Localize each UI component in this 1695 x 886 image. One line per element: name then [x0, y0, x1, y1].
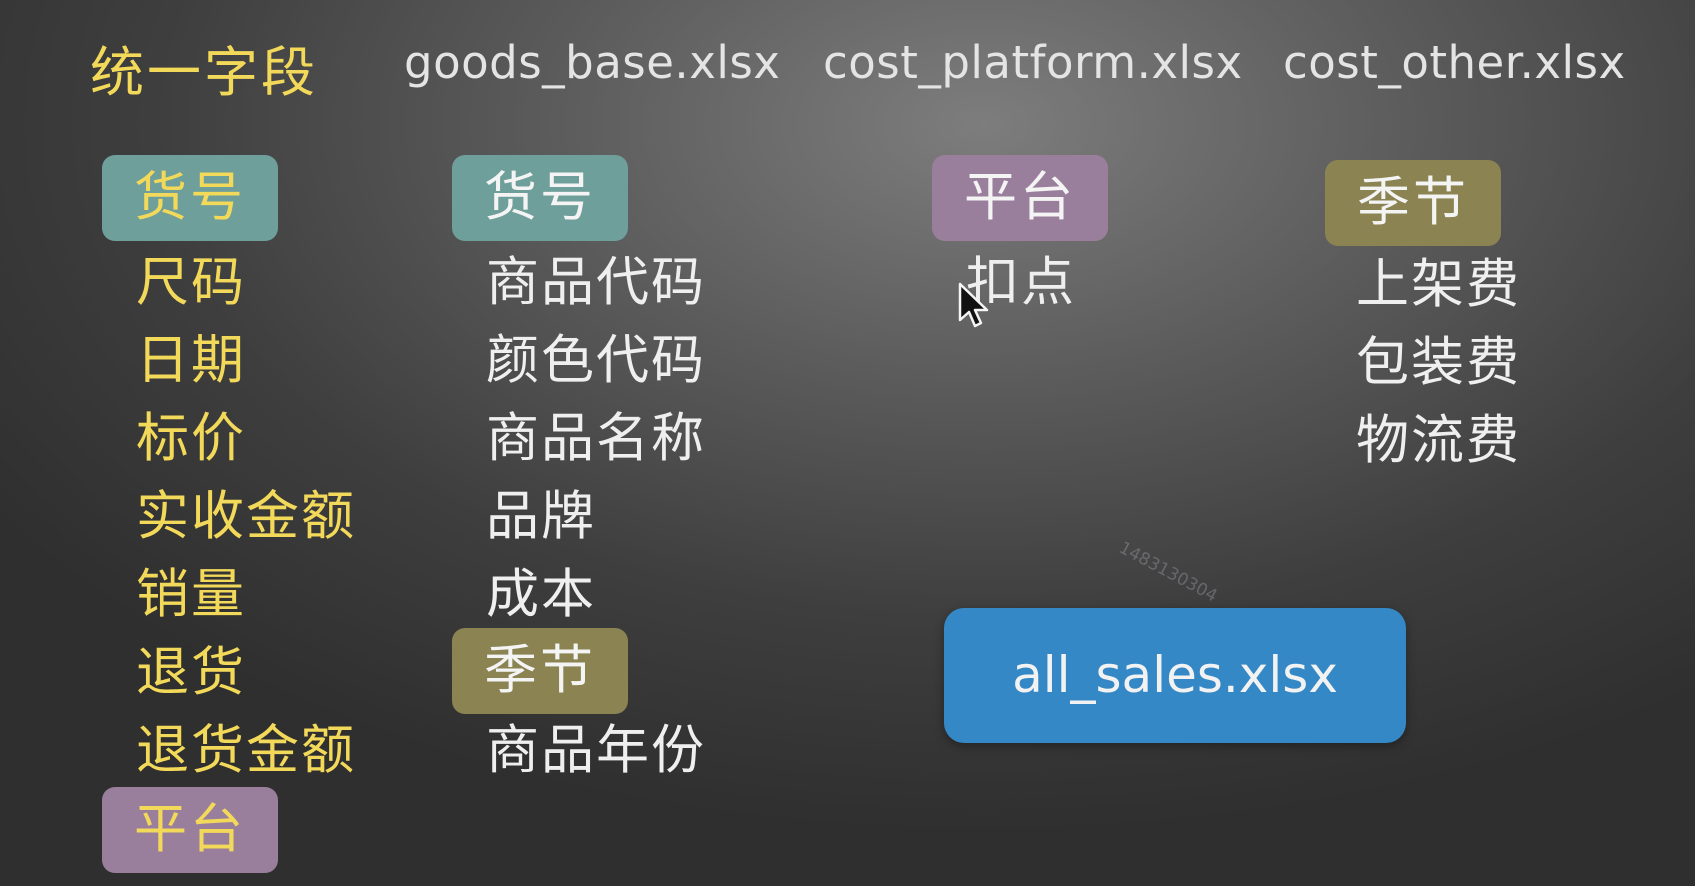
- unified-key-tag: 货号: [102, 155, 278, 241]
- goods-base-title: goods_base.xlsx: [404, 36, 781, 89]
- unified-field-list: 尺码 日期 标价 实收金额 销量 退货 退货金额: [136, 244, 356, 790]
- output-file-box: all_sales.xlsx: [944, 608, 1406, 743]
- unified-platform-tag: 平台: [102, 787, 278, 873]
- goods-base-season-tag: 季节: [452, 628, 628, 714]
- cost-other-field-item: 包装费: [1356, 332, 1521, 393]
- goods-base-field-item: 商品名称: [486, 408, 706, 469]
- unified-field-item: 日期: [136, 330, 246, 391]
- cost-platform-title: cost_platform.xlsx: [823, 36, 1243, 89]
- goods-base-field-item: 品牌: [486, 486, 596, 547]
- cost-other-field-item: 上架费: [1356, 254, 1521, 315]
- goods-base-field-item: 颜色代码: [486, 330, 706, 391]
- unified-field-item: 销量: [136, 564, 246, 625]
- cost-other-key-tag: 季节: [1325, 160, 1501, 246]
- goods-base-key-tag: 货号: [452, 155, 628, 241]
- cost-other-field-item: 物流费: [1356, 410, 1521, 471]
- cost-other-field-list: 上架费 包装费 物流费: [1356, 246, 1521, 480]
- unified-field-item: 尺码: [136, 252, 246, 313]
- unified-fields-title: 统一字段: [90, 41, 318, 104]
- cost-other-title: cost_other.xlsx: [1283, 36, 1626, 89]
- watermark-text: 1483130304: [1115, 538, 1221, 607]
- unified-field-item: 退货: [136, 642, 246, 703]
- unified-field-item: 标价: [136, 408, 246, 469]
- unified-field-item: 退货金额: [136, 720, 356, 781]
- unified-field-item: 实收金额: [136, 486, 356, 547]
- goods-base-field-item: 商品代码: [486, 252, 706, 313]
- goods-base-extra-list: 商品年份: [486, 712, 706, 790]
- goods-base-field-list: 商品代码 颜色代码 商品名称 品牌 成本: [486, 244, 706, 634]
- mouse-pointer-icon: [958, 282, 989, 328]
- cost-platform-key-tag: 平台: [932, 155, 1108, 241]
- goods-base-field-item: 成本: [486, 564, 596, 625]
- goods-base-field-item: 商品年份: [486, 720, 706, 781]
